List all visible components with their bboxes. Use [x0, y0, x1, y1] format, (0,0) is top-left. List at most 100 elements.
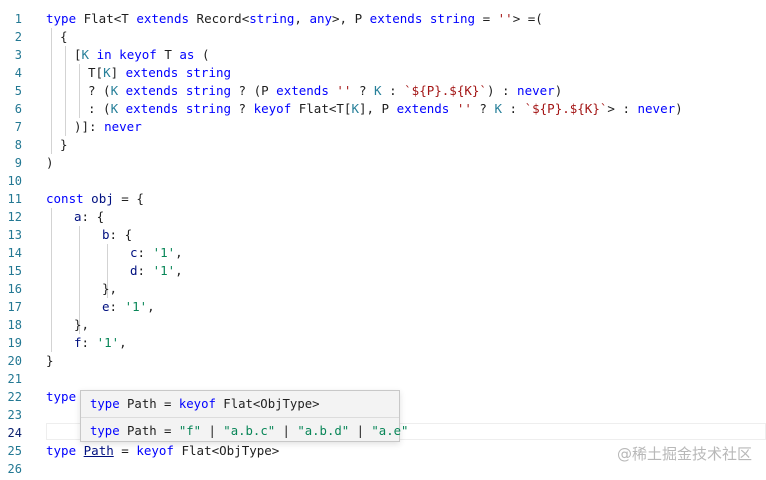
code-text: }	[60, 137, 68, 152]
property-name: c	[130, 245, 138, 260]
keyword: as	[179, 47, 195, 62]
template-literal: `${P}.${K}`	[524, 101, 608, 116]
variable-name: obj	[91, 191, 114, 206]
keyword: type	[90, 424, 120, 438]
line-number: 4	[14, 66, 22, 80]
type-param: K	[110, 101, 119, 116]
code-text: ? (P	[231, 83, 277, 98]
code-line-3[interactable]: [K in keyof T as (	[74, 46, 210, 64]
code-text: :	[502, 101, 525, 116]
property-name: d	[130, 263, 138, 278]
code-text: ?	[351, 83, 375, 98]
code-text: ,	[119, 335, 127, 350]
code-line-14[interactable]: c: '1',	[130, 244, 183, 262]
code-text: ,	[294, 11, 310, 26]
keyword: never	[104, 119, 142, 134]
code-text: Record<	[189, 11, 250, 26]
code-line-4[interactable]: T[K] extends string	[88, 64, 231, 82]
keyword: type	[46, 389, 77, 404]
line-number: 23	[7, 408, 22, 422]
code-text: =	[113, 443, 137, 458]
code-line-8[interactable]: }	[60, 136, 68, 154]
code-line-19[interactable]: f: '1',	[74, 334, 127, 352]
line-number: 20	[7, 354, 22, 368]
code-text: |	[201, 424, 224, 438]
line-number: 17	[7, 300, 22, 314]
template-literal: `${P}.${K}`	[404, 83, 487, 98]
indent-guide	[51, 28, 52, 154]
keyword: in	[89, 47, 120, 62]
code-line-7[interactable]: )]: never	[74, 118, 142, 136]
type-param: K	[103, 65, 111, 80]
code-line-16[interactable]: },	[102, 280, 117, 298]
type-param: K	[81, 47, 90, 62]
line-number: 12	[7, 210, 22, 224]
code-text: }	[46, 353, 54, 368]
code-line-13[interactable]: b: {	[102, 226, 132, 244]
line-number: 22	[7, 390, 22, 404]
keyword: keyof	[119, 47, 157, 62]
code-line-12[interactable]: a: {	[74, 208, 104, 226]
tooltip-divider	[81, 417, 399, 418]
code-text: Flat<T[	[291, 101, 352, 116]
code-text: : {	[81, 209, 105, 224]
type-param: K	[351, 101, 359, 116]
string-literal: '1'	[96, 335, 120, 350]
code-line-15[interactable]: d: '1',	[130, 262, 183, 280]
string-literal: "a.b.d"	[297, 424, 350, 438]
code-text: :	[381, 83, 405, 98]
hover-tooltip[interactable]: type Path = keyof Flat<ObjType> type Pat…	[80, 390, 408, 442]
keyword: string	[185, 65, 232, 80]
code-line-17[interactable]: e: '1',	[102, 298, 155, 316]
line-number: 19	[7, 336, 22, 350]
code-editor[interactable]: 1 2 3 4 5 6 7 8 9 10 11 12 13 14 15 16 1…	[0, 0, 766, 480]
code-text: Path =	[119, 397, 179, 411]
property-name: e	[102, 299, 110, 314]
code-line-18[interactable]: },	[74, 316, 89, 334]
code-text: )	[554, 83, 563, 98]
string-literal: '1'	[124, 299, 148, 314]
code-text: T[	[88, 65, 104, 80]
code-line-2[interactable]: {	[60, 28, 68, 46]
keyword: never	[517, 83, 555, 98]
code-line-25[interactable]: type Path = keyof Flat<ObjType>	[46, 442, 279, 460]
keyword: type	[46, 11, 77, 26]
keyword: keyof	[136, 443, 174, 458]
line-number: 1	[14, 12, 22, 26]
code-line-5[interactable]: ? (K extends string ? (P extends '' ? K …	[88, 82, 562, 100]
code-text: },	[74, 317, 90, 332]
code-text: )	[675, 101, 683, 116]
line-number: 6	[14, 102, 22, 116]
code-line-1[interactable]: type Flat<T extends Record<string, any>,…	[46, 10, 543, 28]
line-number: 3	[14, 48, 22, 62]
code-text: },	[102, 281, 118, 296]
keyword: extends	[396, 101, 450, 116]
code-text: Flat<ObjType>	[215, 397, 320, 411]
code-text: : (	[88, 101, 111, 116]
code-line-6[interactable]: : (K extends string ? keyof Flat<T[K], P…	[88, 100, 683, 118]
code-line-20[interactable]: }	[46, 352, 54, 370]
keyword: const	[46, 191, 84, 206]
code-line-22[interactable]: type	[46, 388, 76, 406]
property-name: b	[102, 227, 110, 242]
type-alias-name[interactable]: Path	[84, 443, 114, 458]
string-literal: "a.b.c"	[223, 424, 276, 438]
line-number: 5	[14, 84, 22, 98]
string-literal: ''	[497, 11, 513, 26]
line-number: 26	[7, 462, 22, 476]
code-text: ?	[471, 101, 495, 116]
code-text: |	[349, 424, 372, 438]
code-text: : {	[109, 227, 133, 242]
code-text: T	[156, 47, 180, 62]
code-line-11[interactable]: const obj = {	[46, 190, 144, 208]
code-line-9[interactable]: )	[46, 154, 54, 172]
code-text: = {	[113, 191, 144, 206]
keyword: type	[90, 397, 120, 411]
keyword: string	[249, 11, 295, 26]
keyword: string	[185, 101, 232, 116]
code-text: ], P	[358, 101, 397, 116]
